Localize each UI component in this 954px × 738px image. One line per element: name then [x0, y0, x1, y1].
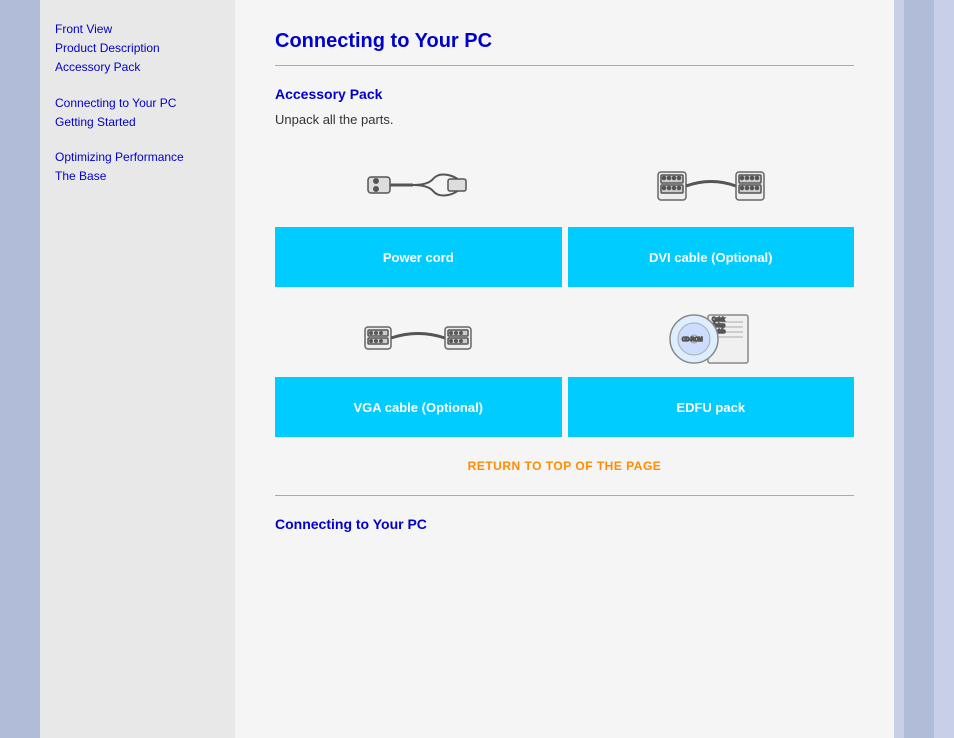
dvi-cable-label: DVI cable (Optional)	[568, 227, 855, 287]
sidebar-group-2: Connecting to Your PC Getting Started	[55, 94, 220, 132]
top-divider	[275, 65, 854, 66]
return-to-top-container: RETURN TO TOP OF THE PAGE	[275, 457, 854, 475]
edfu-label-item: EDFU pack	[568, 377, 855, 437]
dvi-cable-label-item: DVI cable (Optional)	[568, 227, 855, 287]
power-cord-image	[353, 147, 483, 227]
dvi-cable-item	[568, 147, 855, 227]
sidebar-group-1: Front View Product Description Accessory…	[55, 20, 220, 78]
vga-cable-label-item: VGA cable (Optional)	[275, 377, 562, 437]
vga-cable-icon	[363, 307, 473, 367]
sidebar-item-getting-started[interactable]: Getting Started	[55, 113, 220, 132]
power-cord-icon	[363, 157, 473, 217]
page-title: Connecting to Your PC	[275, 30, 854, 53]
power-cord-item	[275, 147, 562, 227]
sidebar-item-base[interactable]: The Base	[55, 167, 220, 186]
accessory-images-row-2: Quick Setup Guide CD-ROM	[275, 297, 854, 377]
accessory-labels-row-1: Power cord DVI cable (Optional)	[275, 227, 854, 287]
right-decorative-panel	[894, 0, 954, 738]
vga-cable-label: VGA cable (Optional)	[275, 377, 562, 437]
vga-cable-item	[275, 297, 562, 377]
edfu-item: Quick Setup Guide CD-ROM	[568, 297, 855, 377]
left-decorative-panel	[0, 0, 40, 738]
edfu-image: Quick Setup Guide CD-ROM	[656, 297, 766, 377]
svg-text:CD-ROM: CD-ROM	[682, 337, 703, 343]
bottom-section-title: Connecting to Your PC	[275, 516, 854, 532]
edfu-label: EDFU pack	[568, 377, 855, 437]
section-title: Accessory Pack	[275, 86, 854, 102]
vga-cable-image	[353, 297, 483, 377]
sidebar-group-3: Optimizing Performance The Base	[55, 148, 220, 186]
sidebar-item-accessory-pack[interactable]: Accessory Pack	[55, 58, 220, 77]
description-text: Unpack all the parts.	[275, 112, 854, 127]
dvi-cable-icon	[656, 157, 766, 217]
accessory-images-row-1	[275, 147, 854, 227]
right-panel-inner	[904, 0, 934, 738]
dvi-cable-image	[646, 147, 776, 227]
sidebar-item-front-view[interactable]: Front View	[55, 20, 220, 39]
sidebar: Front View Product Description Accessory…	[40, 0, 235, 738]
sidebar-item-product-description[interactable]: Product Description	[55, 39, 220, 58]
power-cord-label: Power cord	[275, 227, 562, 287]
sidebar-item-optimizing[interactable]: Optimizing Performance	[55, 148, 220, 167]
main-content: Connecting to Your PC Accessory Pack Unp…	[235, 0, 894, 738]
edfu-icon: Quick Setup Guide CD-ROM	[666, 307, 756, 367]
power-cord-label-item: Power cord	[275, 227, 562, 287]
bottom-divider	[275, 495, 854, 496]
return-to-top-link[interactable]: RETURN TO TOP OF THE PAGE	[468, 459, 662, 473]
sidebar-item-connecting[interactable]: Connecting to Your PC	[55, 94, 220, 113]
accessories-grid: Power cord DVI cable (Optional)	[275, 147, 854, 437]
accessory-labels-row-2: VGA cable (Optional) EDFU pack	[275, 377, 854, 437]
